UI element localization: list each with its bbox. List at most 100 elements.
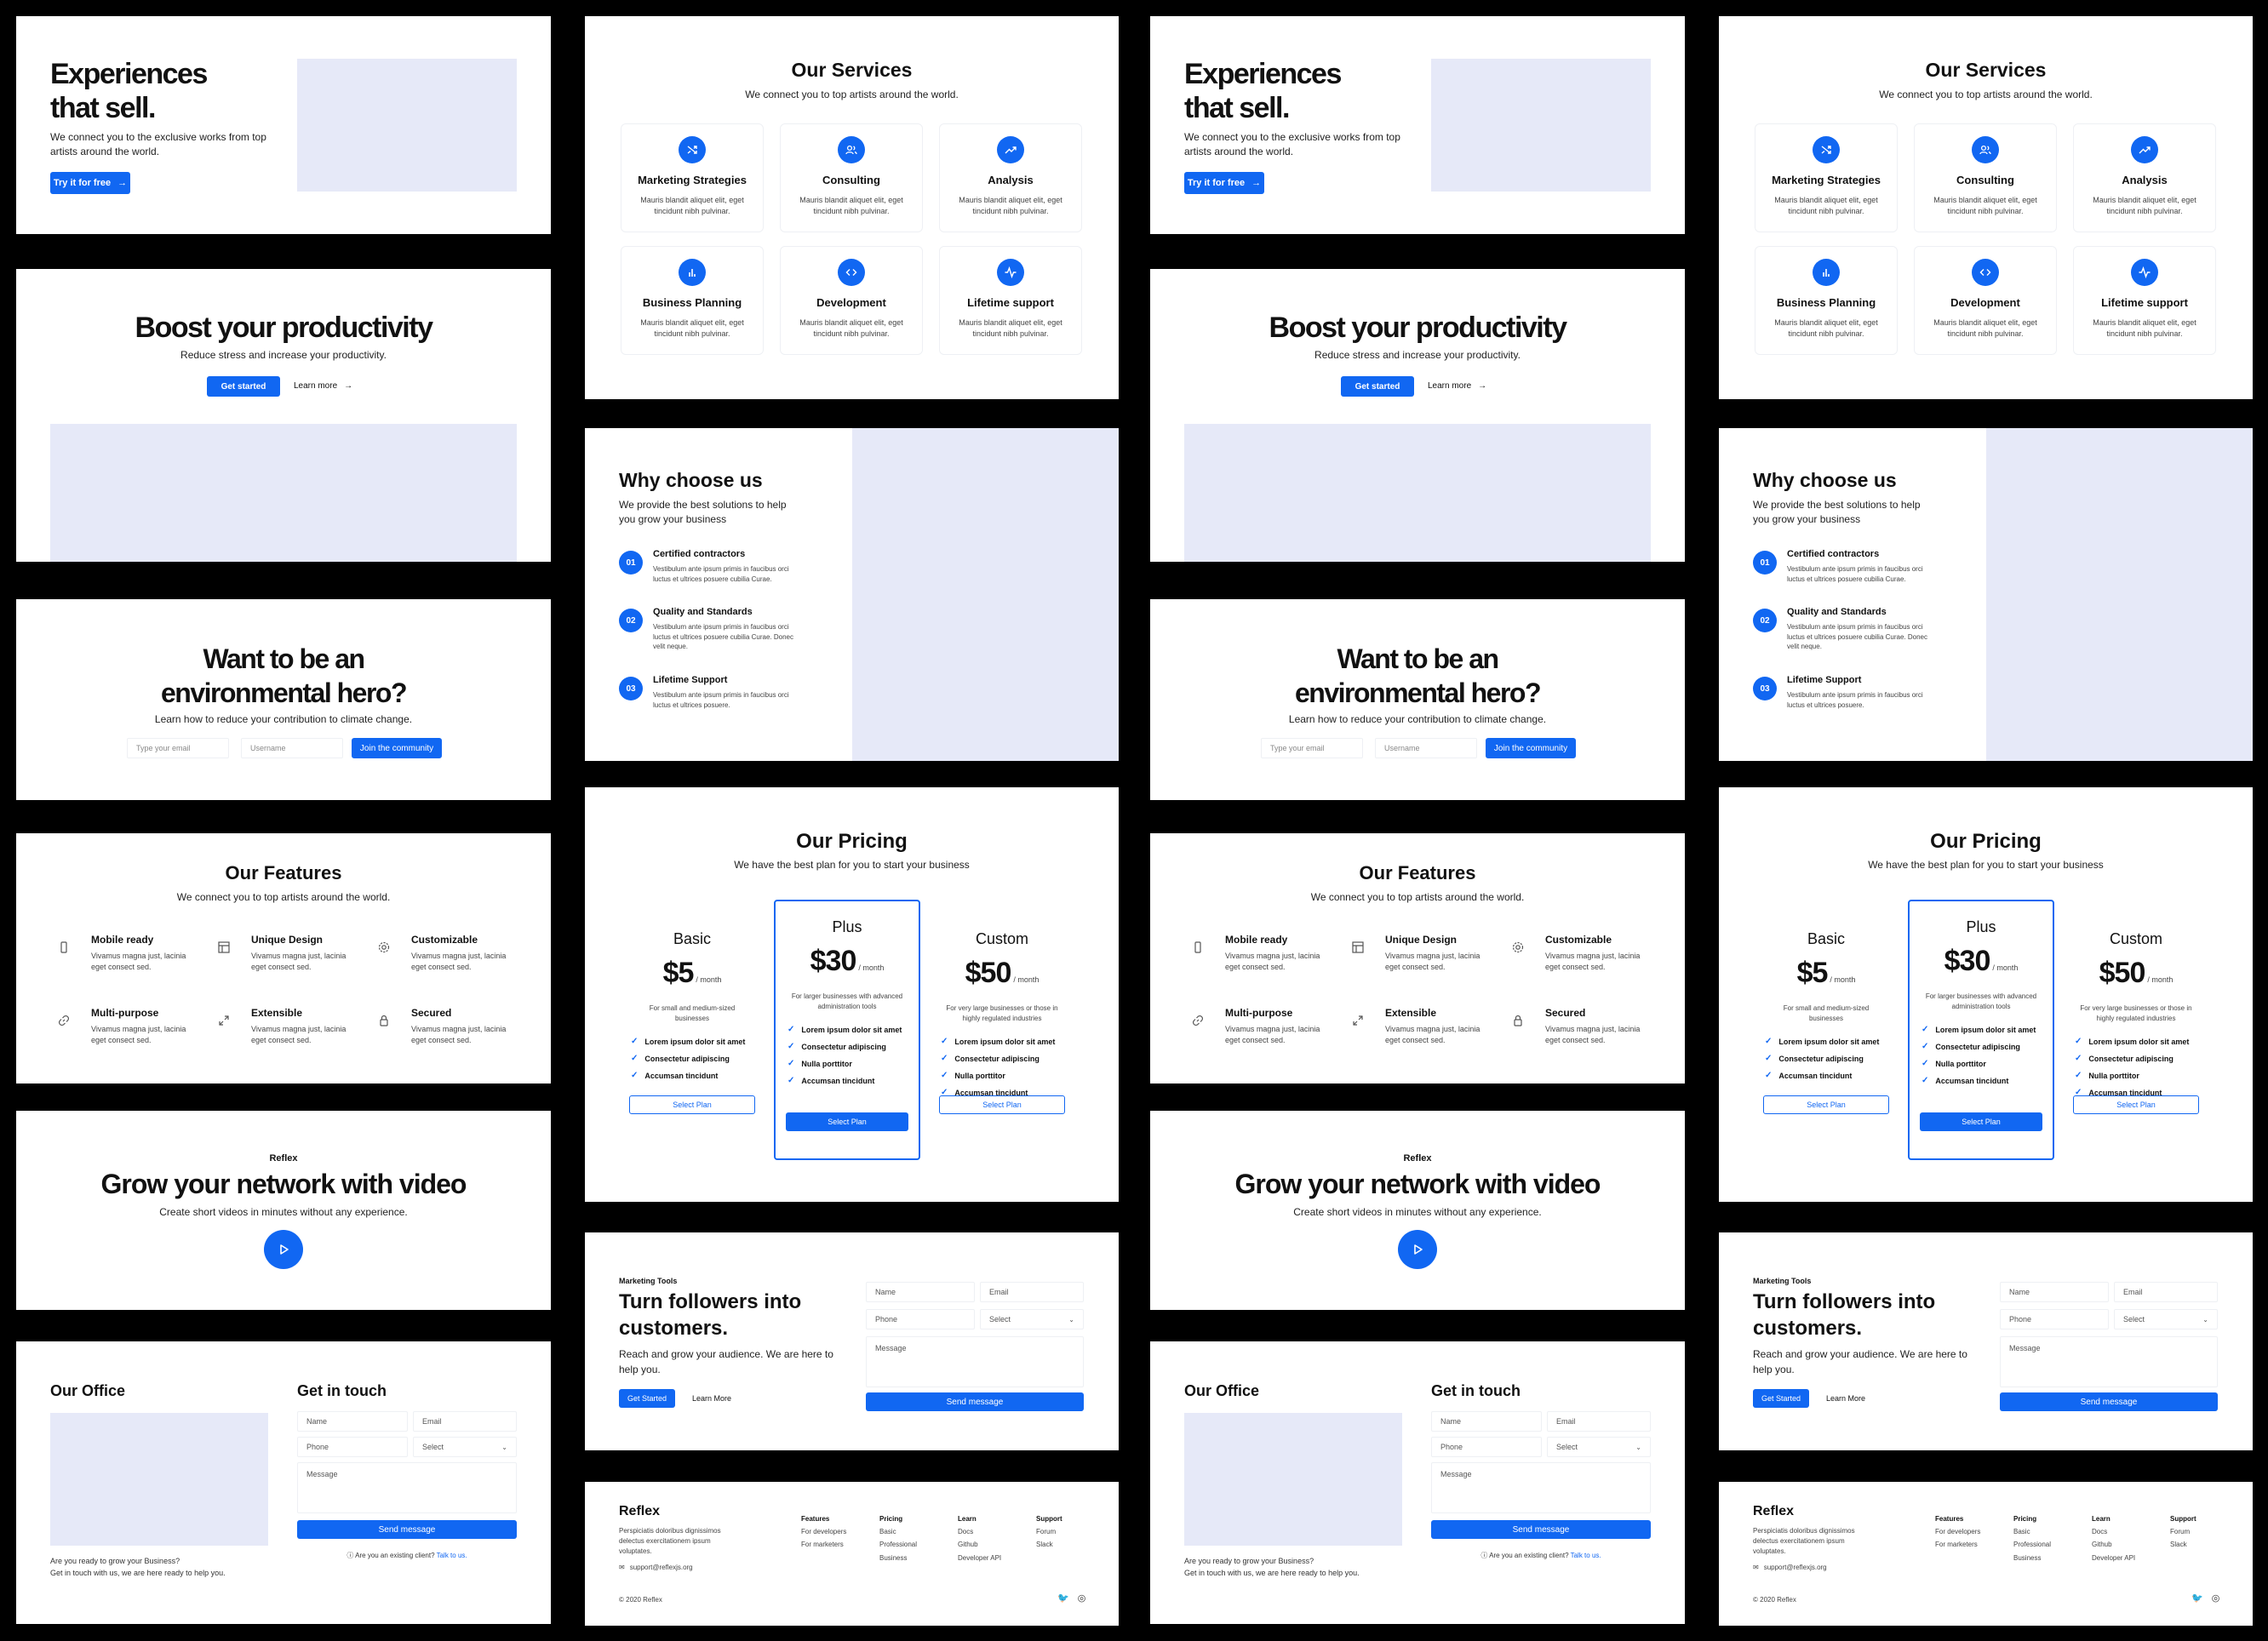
service-item[interactable]: Consulting Mauris blandit aliquet elit, e… xyxy=(780,123,923,232)
join-community-button[interactable]: Join the community xyxy=(352,738,442,758)
username-input[interactable]: Username xyxy=(1375,738,1477,758)
try-free-button[interactable]: Try it for free → xyxy=(50,172,130,194)
hero-title-line2: that sell. xyxy=(1184,92,1290,124)
select-dropdown[interactable]: Select ⌄ xyxy=(980,1309,1084,1329)
feature-item: Multi-purpose Vivamus magna just, lacinia… xyxy=(1184,1007,1337,1046)
service-item[interactable]: Consulting Mauris blandit aliquet elit, e… xyxy=(1914,123,2057,232)
service-item[interactable]: Development Mauris blandit aliquet elit, … xyxy=(780,246,923,355)
email-input[interactable]: Type your email xyxy=(1261,738,1363,758)
footer-email[interactable]: support@reflexjs.org xyxy=(1764,1564,1827,1571)
talk-to-us-link[interactable]: Talk to us. xyxy=(1571,1552,1601,1559)
phone-input[interactable]: Phone xyxy=(1431,1437,1542,1457)
email-input[interactable]: Email xyxy=(1547,1411,1651,1432)
select-plan-button[interactable]: Select Plan xyxy=(786,1112,908,1131)
name-input[interactable]: Name xyxy=(2000,1282,2109,1302)
get-started-button[interactable]: Get started xyxy=(1341,376,1414,397)
footer-link[interactable]: Forum xyxy=(1036,1525,1062,1538)
twitter-icon[interactable]: 🐦 xyxy=(1057,1592,1069,1604)
plan-feature-text: Consectetur adipiscing xyxy=(954,1054,1040,1063)
message-textarea[interactable]: Message xyxy=(2000,1336,2218,1387)
footer-link[interactable]: Slack xyxy=(2170,1538,2196,1551)
get-started-button[interactable]: Get started xyxy=(207,376,280,397)
feature-text-block: Mobile ready Vivamus magna just, lacinia … xyxy=(1225,934,1327,973)
feature-text: Vivamus magna just, lacinia eget consect… xyxy=(1385,952,1480,972)
footer-link[interactable]: Professional xyxy=(879,1538,917,1551)
email-input[interactable]: Email xyxy=(2114,1282,2218,1302)
username-input[interactable]: Username xyxy=(241,738,343,758)
learn-more-link[interactable]: Learn More xyxy=(692,1394,731,1403)
select-dropdown[interactable]: Select ⌄ xyxy=(2114,1309,2218,1329)
service-item[interactable]: Business Planning Mauris blandit aliquet … xyxy=(1755,246,1898,355)
play-button[interactable] xyxy=(264,1230,303,1269)
learn-more-link[interactable]: Learn more → xyxy=(294,381,352,391)
learn-more-link[interactable]: Learn more → xyxy=(1428,381,1486,391)
select-plan-button[interactable]: Select Plan xyxy=(629,1095,755,1114)
select-plan-button[interactable]: Select Plan xyxy=(2073,1095,2199,1114)
select-plan-button[interactable]: Select Plan xyxy=(1920,1112,2042,1131)
get-started-button[interactable]: Get Started xyxy=(619,1389,675,1408)
footer-link[interactable]: Business xyxy=(879,1552,917,1564)
message-textarea[interactable]: Message xyxy=(866,1336,1084,1387)
name-input[interactable]: Name xyxy=(866,1282,975,1302)
footer-link[interactable]: Github xyxy=(2092,1538,2135,1551)
service-item[interactable]: Business Planning Mauris blandit aliquet … xyxy=(621,246,764,355)
send-message-button[interactable]: Send message xyxy=(2000,1392,2218,1411)
message-textarea[interactable]: Message xyxy=(297,1462,517,1513)
play-button[interactable] xyxy=(1398,1230,1437,1269)
name-input[interactable]: Name xyxy=(297,1411,408,1432)
name-input[interactable]: Name xyxy=(1431,1411,1542,1432)
footer-link[interactable]: Developer API xyxy=(958,1552,1001,1564)
instagram-icon[interactable]: ◎ xyxy=(1078,1592,1086,1604)
footer-link[interactable]: Docs xyxy=(958,1525,1001,1538)
service-item[interactable]: Lifetime support Mauris blandit aliquet e… xyxy=(939,246,1082,355)
email-input[interactable]: Type your email xyxy=(127,738,229,758)
service-item[interactable]: Lifetime support Mauris blandit aliquet e… xyxy=(2073,246,2216,355)
plan-feature-text: Nulla porttitor xyxy=(2088,1071,2139,1080)
email-input[interactable]: Email xyxy=(980,1282,1084,1302)
service-item[interactable]: Analysis Mauris blandit aliquet elit, ege… xyxy=(2073,123,2216,232)
footer-link[interactable]: For developers xyxy=(801,1525,846,1538)
learn-more-link[interactable]: Learn More xyxy=(1826,1394,1865,1403)
phone-input[interactable]: Phone xyxy=(866,1309,975,1329)
services-title: Our Services xyxy=(1925,59,2047,81)
send-message-button[interactable]: Send message xyxy=(1431,1520,1651,1539)
select-plan-button[interactable]: Select Plan xyxy=(1763,1095,1889,1114)
footer-link[interactable]: Forum xyxy=(2170,1525,2196,1538)
join-community-button[interactable]: Join the community xyxy=(1486,738,1576,758)
footer-link[interactable]: Docs xyxy=(2092,1525,2135,1538)
twitter-icon[interactable]: 🐦 xyxy=(2191,1592,2203,1604)
email-input[interactable]: Email xyxy=(413,1411,517,1432)
plan-price: $50 xyxy=(965,957,1012,989)
get-started-button[interactable]: Get Started xyxy=(1753,1389,1809,1408)
select-plan-button[interactable]: Select Plan xyxy=(939,1095,1065,1114)
office-text-line1: Are you ready to grow your Business? xyxy=(50,1557,180,1565)
footer-email[interactable]: support@reflexjs.org xyxy=(630,1564,693,1571)
message-textarea[interactable]: Message xyxy=(1431,1462,1651,1513)
footer-link[interactable]: Github xyxy=(958,1538,1001,1551)
layout-icon xyxy=(1352,941,1364,953)
service-item[interactable]: Analysis Mauris blandit aliquet elit, ege… xyxy=(939,123,1082,232)
footer-link[interactable]: Basic xyxy=(2013,1525,2051,1538)
select-dropdown[interactable]: Select ⌄ xyxy=(1547,1437,1651,1457)
send-message-button[interactable]: Send message xyxy=(297,1520,517,1539)
talk-to-us-link[interactable]: Talk to us. xyxy=(437,1552,467,1559)
footer-link[interactable]: Professional xyxy=(2013,1538,2051,1551)
footer-link[interactable]: Business xyxy=(2013,1552,2051,1564)
instagram-icon[interactable]: ◎ xyxy=(2212,1592,2220,1604)
footer-link[interactable]: Basic xyxy=(879,1525,917,1538)
service-item[interactable]: Development Mauris blandit aliquet elit, … xyxy=(1914,246,2057,355)
try-free-button[interactable]: Try it for free → xyxy=(1184,172,1264,194)
footer-link[interactable]: Developer API xyxy=(2092,1552,2135,1564)
service-item[interactable]: Marketing Strategies Mauris blandit aliqu… xyxy=(1755,123,1898,232)
users-icon xyxy=(1979,145,1991,155)
select-dropdown[interactable]: Select ⌄ xyxy=(413,1437,517,1457)
footer-link[interactable]: For marketers xyxy=(1935,1538,1980,1551)
send-message-button[interactable]: Send message xyxy=(866,1392,1084,1411)
service-item[interactable]: Marketing Strategies Mauris blandit aliqu… xyxy=(621,123,764,232)
footer-link[interactable]: For developers xyxy=(1935,1525,1980,1538)
phone-input[interactable]: Phone xyxy=(297,1437,408,1457)
phone-input[interactable]: Phone xyxy=(2000,1309,2109,1329)
footer-link[interactable]: Slack xyxy=(1036,1538,1062,1551)
footer-link[interactable]: For marketers xyxy=(801,1538,846,1551)
plan-period: / month xyxy=(858,963,885,972)
